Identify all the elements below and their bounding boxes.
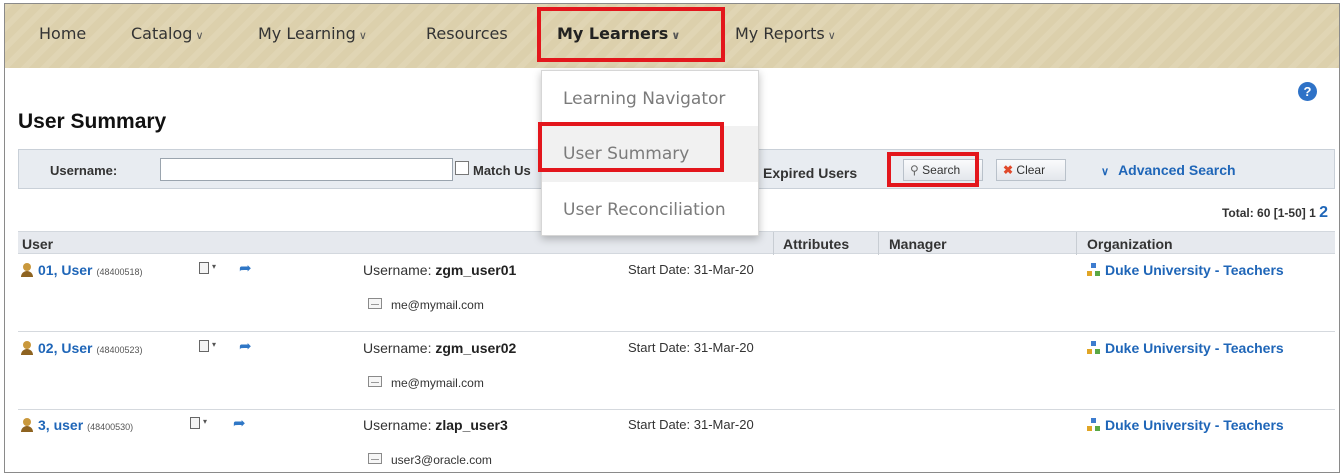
username-text: Username: zgm_user01 xyxy=(363,262,517,278)
page-title: User Summary xyxy=(18,110,167,133)
page-2-link[interactable]: 2 xyxy=(1319,204,1328,221)
highlight-my-learners xyxy=(537,7,725,62)
organization-link[interactable]: Duke University - Teachers xyxy=(1087,262,1284,278)
clear-button[interactable]: ✖ Clear xyxy=(996,159,1066,181)
person-icon xyxy=(20,263,34,277)
table-row: 01, User(48400518) ➦ Username: zgm_user0… xyxy=(18,254,1335,332)
chevron-down-icon: ∨ xyxy=(1101,166,1110,178)
user-link[interactable]: 02, User (48400523) xyxy=(20,340,143,356)
chevron-down-icon: ∨ xyxy=(358,29,367,42)
match-checkbox[interactable] xyxy=(455,161,469,175)
header-manager[interactable]: Manager xyxy=(889,236,947,252)
org-icon xyxy=(1087,341,1101,355)
table-row: 02, User(48400523) ➦ Username: zgm_user0… xyxy=(18,332,1335,410)
user-link[interactable]: 01, User (48400518) xyxy=(20,262,143,278)
table-row: 3, user(48400530) ➦ Username: zlap_user3… xyxy=(18,409,1335,472)
match-label: Match Us xyxy=(473,163,531,178)
share-icon[interactable]: ➦ xyxy=(239,261,257,276)
share-icon[interactable]: ➦ xyxy=(233,416,251,431)
menu-item-learning-navigator[interactable]: Learning Navigator xyxy=(542,71,758,127)
username-text: Username: zlap_user3 xyxy=(363,417,508,433)
advanced-search-link[interactable]: ∨ Advanced Search xyxy=(1101,162,1236,178)
email-text: user3@oracle.com xyxy=(391,453,492,467)
mail-icon xyxy=(368,376,382,387)
pagination-total: Total: 60 [1-50] 1 2 xyxy=(1221,204,1328,221)
app-frame: Home Catalog ∨ My Learning ∨ Resources My … xyxy=(4,3,1340,473)
highlight-user-summary xyxy=(538,122,724,172)
mail-icon xyxy=(368,453,382,464)
nav-my-learning[interactable]: My Learning ∨ xyxy=(258,24,367,43)
organization-link[interactable]: Duke University - Teachers xyxy=(1087,340,1284,356)
email-text: me@mymail.com xyxy=(391,376,484,390)
header-organization[interactable]: Organization xyxy=(1087,236,1173,252)
header-user[interactable]: User xyxy=(22,236,53,252)
nav-home[interactable]: Home xyxy=(39,24,86,43)
username-input[interactable] xyxy=(160,158,453,181)
org-icon xyxy=(1087,418,1101,432)
header-attributes[interactable]: Attributes xyxy=(783,236,849,252)
nav-catalog[interactable]: Catalog ∨ xyxy=(131,24,204,43)
nav-resources[interactable]: Resources xyxy=(426,24,508,43)
start-date: Start Date: 31-Mar-20 xyxy=(628,340,754,355)
actions-menu-icon[interactable] xyxy=(190,417,207,429)
start-date: Start Date: 31-Mar-20 xyxy=(628,262,754,277)
start-date: Start Date: 31-Mar-20 xyxy=(628,417,754,432)
username-label: Username: xyxy=(50,163,118,178)
username-text: Username: zgm_user02 xyxy=(363,340,517,356)
nav-my-reports[interactable]: My Reports ∨ xyxy=(735,24,836,43)
highlight-search-button xyxy=(887,152,979,187)
mail-icon xyxy=(368,298,382,309)
share-icon[interactable]: ➦ xyxy=(239,339,257,354)
help-icon[interactable]: ? xyxy=(1298,82,1317,101)
email-text: me@mymail.com xyxy=(391,298,484,312)
org-icon xyxy=(1087,263,1101,277)
person-icon xyxy=(20,341,34,355)
person-icon xyxy=(20,418,34,432)
actions-menu-icon[interactable] xyxy=(199,340,216,352)
clear-icon: ✖ xyxy=(1003,163,1014,177)
chevron-down-icon: ∨ xyxy=(827,29,836,42)
organization-link[interactable]: Duke University - Teachers xyxy=(1087,417,1284,433)
chevron-down-icon: ∨ xyxy=(195,29,204,42)
user-link[interactable]: 3, user (48400530) xyxy=(20,417,133,433)
actions-menu-icon[interactable] xyxy=(199,262,216,274)
menu-item-user-reconciliation[interactable]: User Reconciliation xyxy=(542,182,758,238)
expired-users-label: Expired Users xyxy=(763,165,858,181)
